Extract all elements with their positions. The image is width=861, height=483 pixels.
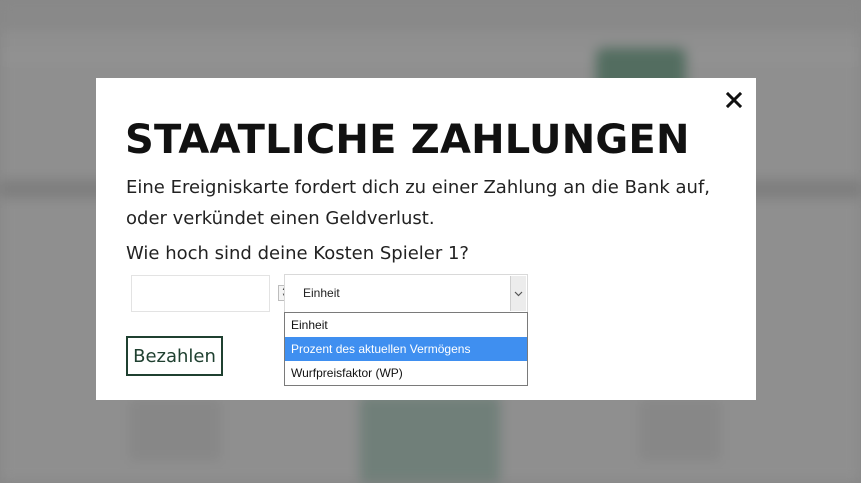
dialog-description: Eine Ereigniskarte fordert dich zu einer… — [126, 177, 711, 229]
close-button[interactable] — [722, 88, 746, 112]
unit-select-value: Einheit — [303, 286, 340, 300]
unit-select[interactable]: Einheit — [284, 274, 528, 313]
unit-dropdown-list: Einheit Prozent des aktuellen Vermögens … — [284, 312, 528, 386]
unit-option-einheit[interactable]: Einheit — [285, 313, 527, 337]
close-icon — [726, 92, 742, 108]
dialog-title: STAATLICHE ZAHLUNGEN — [125, 117, 690, 163]
unit-option-wurfpreisfaktor[interactable]: Wurfpreisfaktor (WP) — [285, 361, 527, 385]
chevron-down-icon[interactable] — [510, 276, 526, 311]
amount-input[interactable] — [138, 284, 242, 306]
pay-button[interactable]: Bezahlen — [126, 336, 223, 376]
payment-dialog: STAATLICHE ZAHLUNGEN Eine Ereigniskarte … — [96, 78, 756, 400]
cost-question: Wie hoch sind deine Kosten Spieler 1? — [126, 243, 469, 264]
amount-field[interactable]: ▲ ▼ — [131, 275, 291, 312]
unit-option-prozent[interactable]: Prozent des aktuellen Vermögens — [285, 337, 527, 361]
